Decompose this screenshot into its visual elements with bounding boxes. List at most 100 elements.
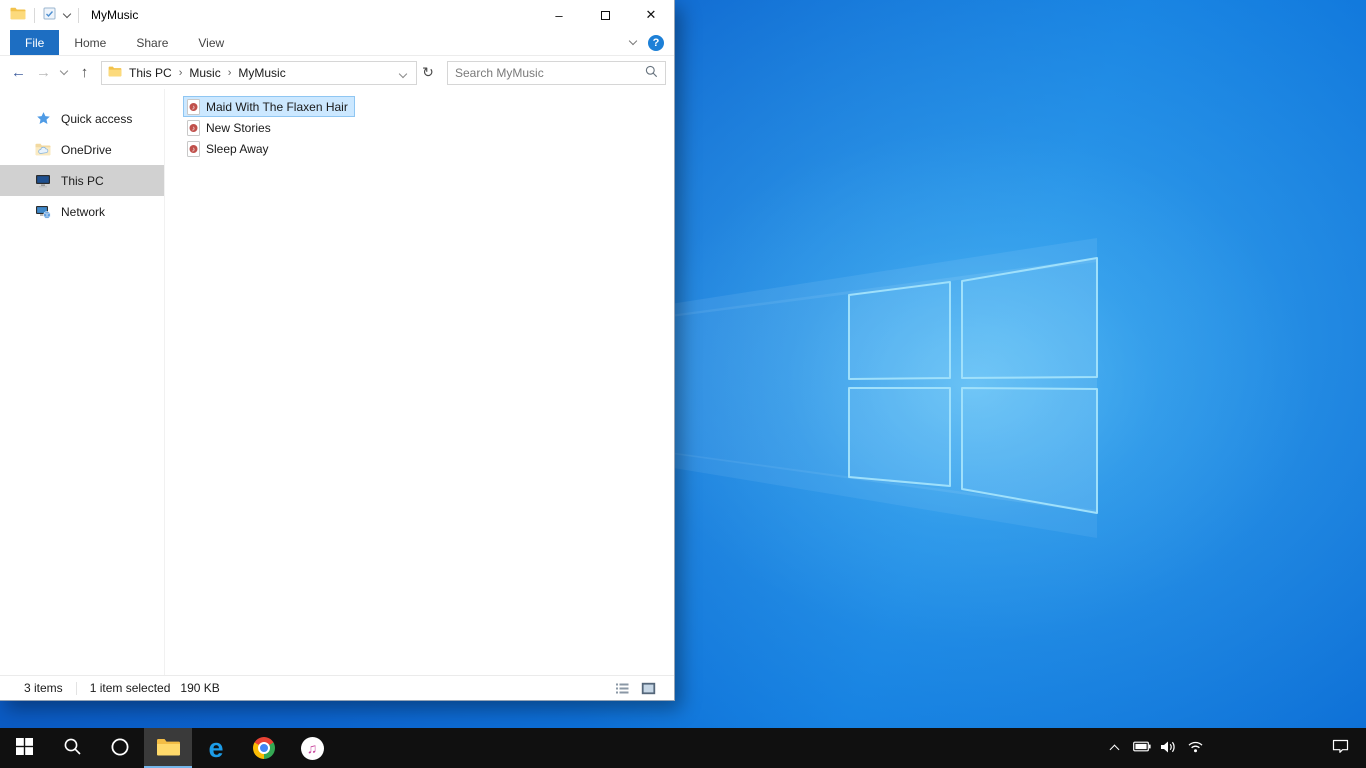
file-name: New Stories [206, 120, 271, 135]
qat-customize-chevron-icon[interactable] [62, 9, 72, 18]
action-center-button[interactable] [1319, 728, 1361, 768]
caption-buttons: – ✕ [536, 0, 674, 30]
music-file-icon: ♪ [187, 98, 200, 115]
view-toggles [612, 679, 664, 697]
windows-start-icon [15, 738, 33, 758]
sidebar-item-label: Quick access [61, 111, 133, 126]
tab-home[interactable]: Home [59, 30, 121, 55]
up-button[interactable]: ↑ [72, 59, 97, 87]
star-icon [35, 111, 51, 127]
taskbar-search-button[interactable] [48, 728, 96, 768]
navigation-pane: Quick access OneDrive This PC Network [0, 89, 165, 675]
edge-browser-icon: e [208, 732, 224, 763]
computer-icon [35, 173, 51, 189]
chevron-down-icon [59, 66, 69, 76]
status-item-count: 3 items [24, 681, 63, 695]
taskbar-itunes-button[interactable]: ♫ [288, 728, 336, 768]
file-row-selected[interactable]: ♪ Maid With The Flaxen Hair [183, 96, 355, 117]
file-row[interactable]: ♪ New Stories [183, 117, 278, 138]
expand-ribbon-chevron-icon[interactable] [628, 36, 638, 46]
tab-file[interactable]: File [10, 30, 60, 55]
speaker-icon [1160, 740, 1177, 757]
music-file-icon: ♪ [187, 119, 200, 136]
sidebar-item-label: Network [61, 204, 106, 219]
toolbar-divider [78, 7, 79, 23]
close-button[interactable]: ✕ [628, 0, 674, 30]
music-file-icon: ♪ [187, 140, 200, 157]
svg-text:♪: ♪ [192, 125, 196, 132]
chevron-down-icon [398, 69, 408, 78]
address-bar[interactable]: This PC › Music › MyMusic [101, 60, 417, 85]
chrome-icon [253, 737, 275, 759]
start-button[interactable] [0, 728, 48, 768]
recent-locations-chevron[interactable] [56, 59, 72, 87]
window-body: Quick access OneDrive This PC Network ♪ … [0, 89, 674, 675]
sidebar-item-quick-access[interactable]: Quick access [0, 103, 164, 134]
sidebar-item-network[interactable]: Network [0, 196, 164, 227]
search-input[interactable] [455, 65, 645, 80]
forward-button[interactable]: → [31, 59, 56, 87]
taskbar: e ♫ [0, 728, 1366, 768]
toolbar-divider [34, 7, 35, 23]
tray-volume-button[interactable] [1155, 728, 1182, 768]
title-bar: MyMusic – ✕ [0, 0, 674, 30]
search-icon[interactable] [645, 65, 658, 81]
navigation-bar: ← → ↑ This PC › Music › MyMusic ↻ [0, 56, 674, 89]
sidebar-item-label: OneDrive [61, 142, 112, 157]
quick-access-toolbar: MyMusic [0, 0, 536, 30]
chevron-up-icon [1109, 744, 1120, 755]
status-size: 190 KB [180, 681, 220, 695]
address-dropdown-button[interactable] [394, 66, 412, 80]
sidebar-item-onedrive[interactable]: OneDrive [0, 134, 164, 165]
large-icons-view-button[interactable] [638, 679, 658, 697]
status-divider [75, 681, 77, 695]
file-row[interactable]: ♪ Sleep Away [183, 138, 276, 159]
taskbar-chrome-button[interactable] [240, 728, 288, 768]
breadcrumb-music[interactable]: Music [182, 66, 227, 80]
wifi-icon [1187, 740, 1204, 756]
window-title: MyMusic [91, 8, 139, 22]
breadcrumb-this-pc[interactable]: This PC [122, 66, 179, 80]
tray-network-button[interactable] [1182, 728, 1209, 768]
battery-icon [1132, 741, 1151, 755]
file-explorer-icon [156, 737, 181, 760]
ribbon-right-controls: ? [628, 30, 674, 55]
qat-properties-icon[interactable] [43, 7, 56, 23]
taskbar-edge-button[interactable]: e [192, 728, 240, 768]
file-explorer-window: MyMusic – ✕ File Home Share View ? ← → ↑… [0, 0, 675, 701]
file-name: Sleep Away [206, 141, 269, 156]
file-list: ♪ Maid With The Flaxen Hair ♪ New Storie… [165, 89, 674, 675]
taskbar-file-explorer-button[interactable] [144, 728, 192, 768]
tray-show-hidden-icons-button[interactable] [1101, 728, 1128, 768]
breadcrumb-mymusic[interactable]: MyMusic [231, 66, 292, 80]
maximize-button[interactable] [582, 0, 628, 30]
svg-text:♪: ♪ [192, 146, 196, 153]
search-box [447, 60, 666, 85]
back-button[interactable]: ← [6, 59, 31, 87]
sidebar-item-label: This PC [61, 173, 104, 188]
system-tray [1101, 728, 1366, 768]
tray-battery-button[interactable] [1128, 728, 1155, 768]
maximize-icon [600, 10, 610, 20]
file-name: Maid With The Flaxen Hair [206, 99, 348, 114]
svg-text:♪: ♪ [192, 104, 196, 111]
address-location-icon [108, 66, 122, 80]
status-bar: 3 items 1 item selected 190 KB [0, 675, 674, 700]
tab-share[interactable]: Share [121, 30, 183, 55]
sidebar-item-this-pc[interactable]: This PC [0, 165, 164, 196]
cortana-ring-icon [110, 737, 130, 760]
tab-view[interactable]: View [183, 30, 239, 55]
action-center-icon [1332, 739, 1349, 757]
ribbon-tab-row: File Home Share View ? [0, 30, 674, 56]
status-selection: 1 item selected [89, 681, 171, 695]
network-icon [35, 204, 51, 220]
cortana-button[interactable] [96, 728, 144, 768]
minimize-button[interactable]: – [536, 0, 582, 30]
help-button[interactable]: ? [648, 34, 664, 51]
refresh-button[interactable]: ↻ [417, 61, 439, 85]
details-view-button[interactable] [612, 679, 632, 697]
onedrive-folder-icon [35, 142, 51, 158]
search-icon [63, 737, 82, 759]
itunes-icon: ♫ [300, 736, 324, 760]
window-folder-icon[interactable] [10, 7, 26, 23]
